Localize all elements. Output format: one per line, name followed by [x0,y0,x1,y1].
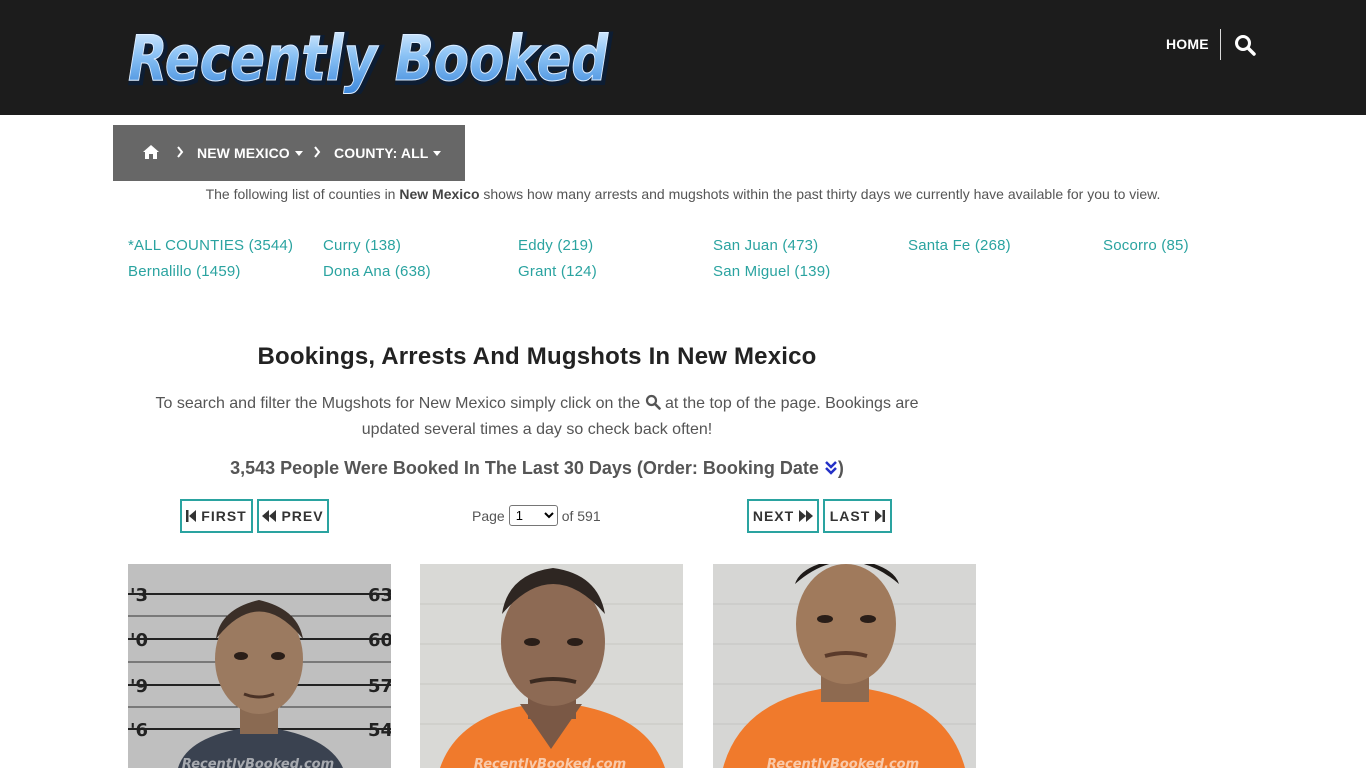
svg-text:57: 57 [368,676,391,697]
svg-text:'6: '6 [130,720,148,741]
county-link[interactable]: San Juan (473) [713,237,818,254]
rewind-icon [262,510,277,522]
mugshot-image: RecentlyBooked.com [420,564,683,768]
search-help-text: To search and filter the Mugshots for Ne… [155,393,919,438]
svg-text:'0: '0 [130,630,148,651]
search-icon[interactable] [1234,34,1256,56]
page-select[interactable]: 1 [508,505,558,526]
mugshot-card[interactable]: RecentlyBooked.com [420,564,683,768]
last-page-button[interactable]: LAST [823,499,892,533]
caret-down-icon [433,151,442,156]
svg-text:'9: '9 [130,676,148,697]
mugshot-card[interactable]: '3 '0 '9 '6 63 60 57 54 RecentlyBooked.c… [128,564,391,768]
breadcrumb-county-dropdown[interactable]: COUNTY: ALL [334,145,442,161]
svg-text:'3: '3 [130,585,148,606]
svg-text:Recently Booked: Recently Booked [128,22,609,94]
site-header: Recently Booked Recently Booked HOME [0,0,1366,115]
county-link[interactable]: Socorro (85) [1103,237,1189,254]
nav-home-link[interactable]: HOME [1166,36,1209,52]
fast-forward-icon [799,510,814,522]
chevron-right-icon [177,146,184,158]
nav-divider [1220,29,1221,60]
skip-forward-icon [875,510,886,522]
county-link[interactable]: Santa Fe (268) [908,237,1011,254]
mugshot-image: RecentlyBooked.com [713,564,976,768]
breadcrumb: NEW MEXICO COUNTY: ALL [113,125,465,181]
next-page-button[interactable]: NEXT [747,499,819,533]
skip-back-icon [186,510,197,522]
county-link[interactable]: *ALL COUNTIES (3544) [128,237,293,254]
svg-text:54: 54 [368,720,391,741]
svg-text:63: 63 [368,585,391,606]
prev-page-button[interactable]: PREV [257,499,329,533]
county-link[interactable]: Eddy (219) [518,237,593,254]
chevron-right-icon [314,146,321,158]
caret-down-icon [294,151,303,156]
svg-text:RecentlyBooked.com: RecentlyBooked.com [767,757,919,768]
home-icon[interactable] [142,144,160,160]
county-link[interactable]: Bernalillo (1459) [128,263,241,280]
site-logo[interactable]: Recently Booked Recently Booked [126,18,616,94]
mugshot-card[interactable]: RecentlyBooked.com [713,564,976,768]
first-page-button[interactable]: FIRST [180,499,253,533]
county-link[interactable]: Dona Ana (638) [323,263,431,280]
sort-descending-icon[interactable] [824,460,838,476]
page-selector: Page 1 of 591 [472,505,601,526]
breadcrumb-state-dropdown[interactable]: NEW MEXICO [197,145,303,161]
svg-text:60: 60 [368,630,391,651]
county-link[interactable]: Grant (124) [518,263,597,280]
county-intro-text: The following list of counties in New Me… [205,186,1161,202]
svg-text:RecentlyBooked.com: RecentlyBooked.com [182,757,334,768]
booked-count: 3,543 People Were Booked In The Last 30 … [230,458,844,478]
page-title: Bookings, Arrests And Mugshots In New Me… [257,343,817,370]
search-icon [645,393,661,410]
county-link[interactable]: San Miguel (139) [713,263,830,280]
county-link[interactable]: Curry (138) [323,237,401,254]
svg-text:RecentlyBooked.com: RecentlyBooked.com [474,757,626,768]
mugshot-image: '3 '0 '9 '6 63 60 57 54 RecentlyBooked.c… [128,564,391,768]
